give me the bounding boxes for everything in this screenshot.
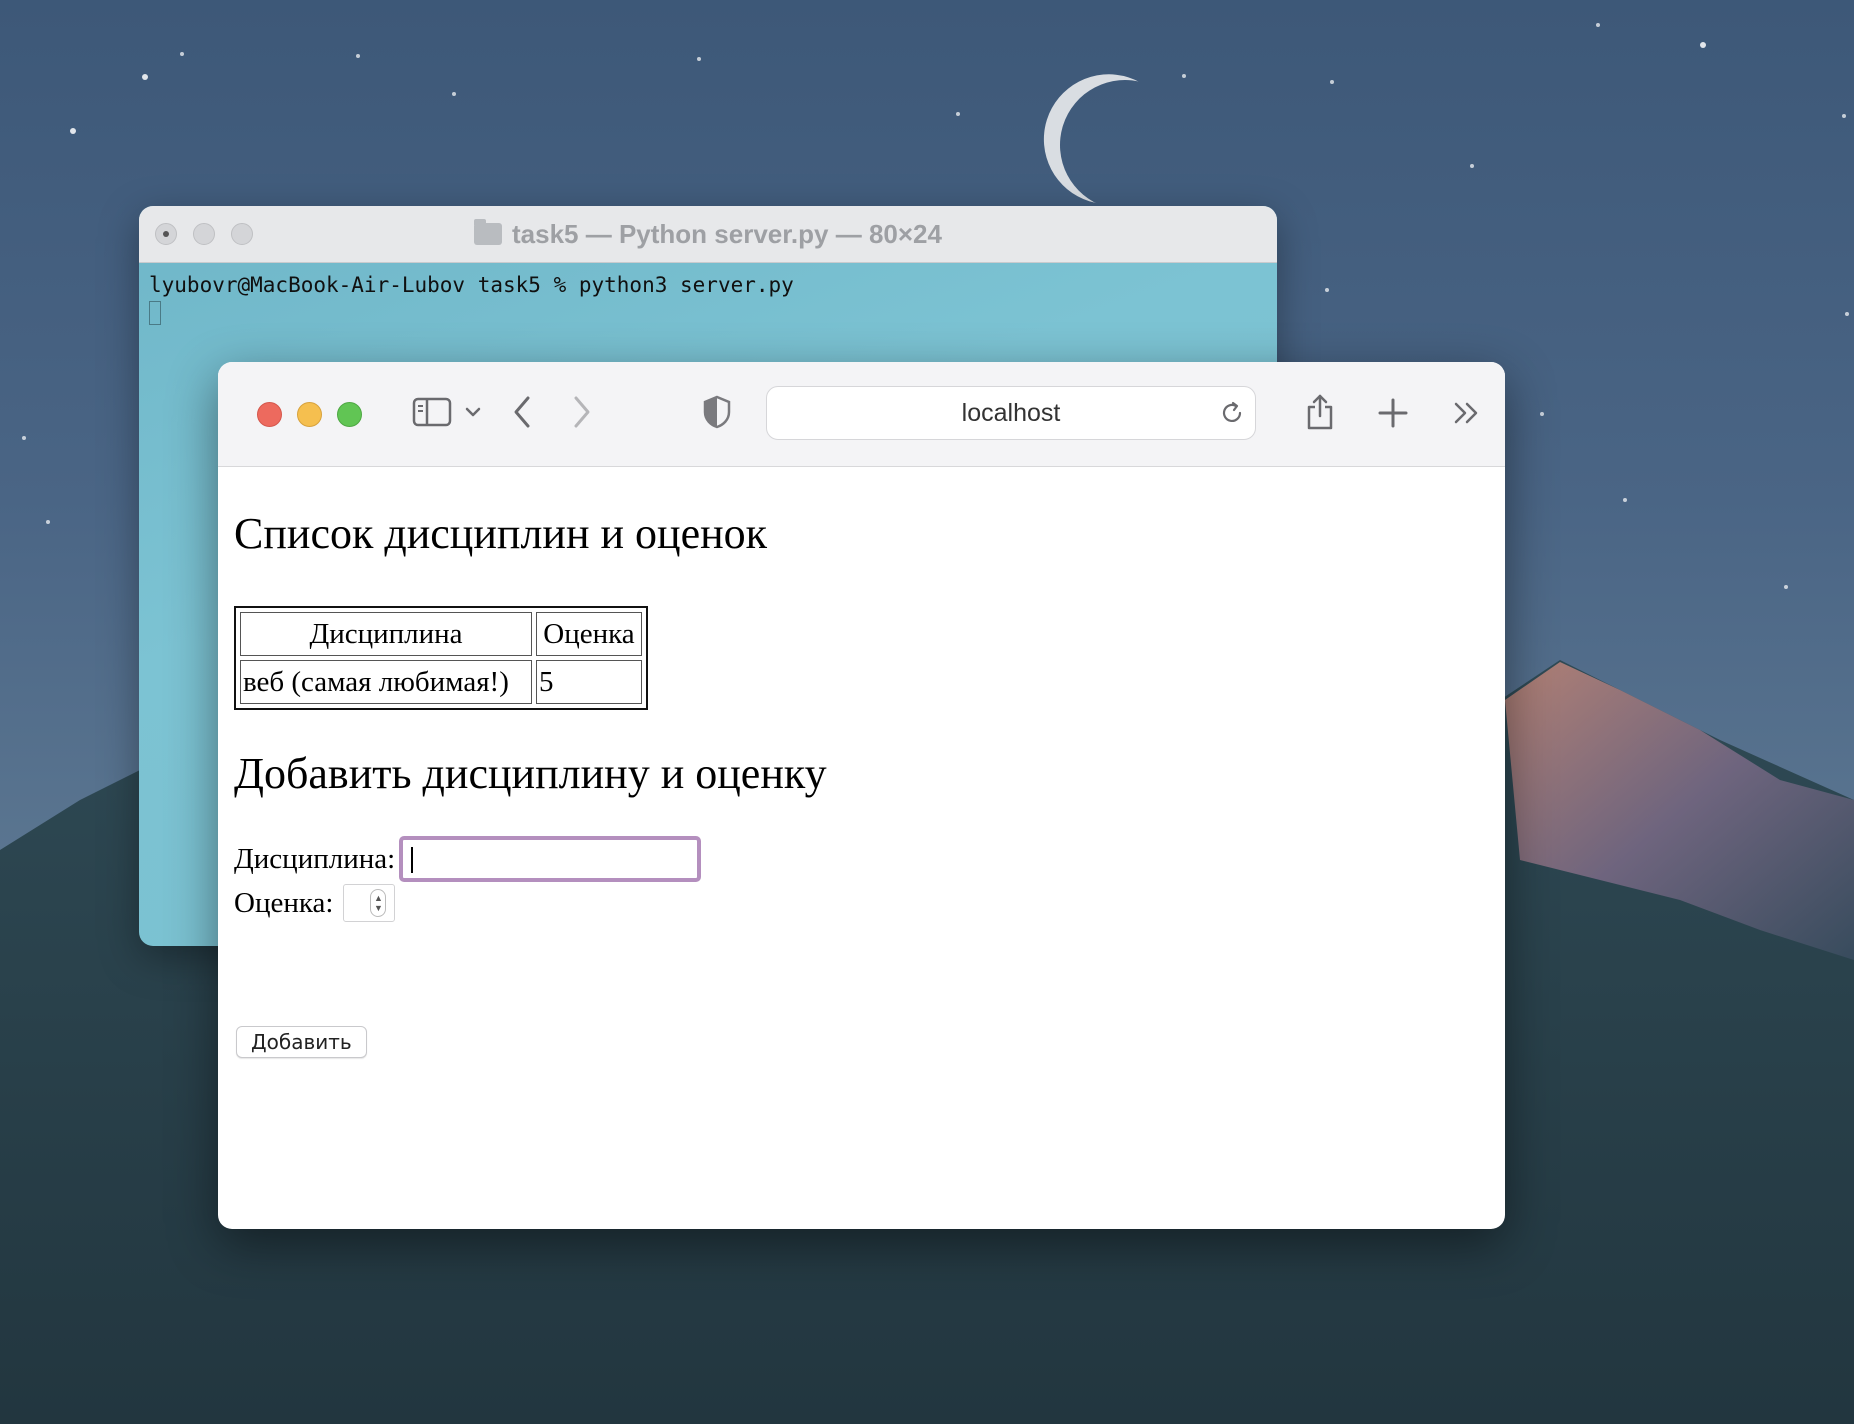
terminal-titlebar[interactable]: task5 — Python server.py — 80×24: [139, 206, 1277, 263]
terminal-cursor: [149, 301, 161, 325]
terminal-close-button[interactable]: [155, 223, 177, 245]
address-text: localhost: [961, 398, 1061, 427]
text-caret: [411, 847, 414, 873]
new-tab-icon[interactable]: [1378, 398, 1408, 428]
column-header-grade: Оценка: [536, 612, 642, 656]
chevron-down-icon[interactable]: [464, 402, 482, 422]
back-icon[interactable]: [510, 394, 534, 430]
add-button[interactable]: Добавить: [236, 1026, 367, 1058]
terminal-minimize-button[interactable]: [193, 223, 215, 245]
reload-icon[interactable]: [1219, 400, 1245, 431]
grade-label: Оценка:: [234, 886, 334, 919]
browser-toolbar: localhost: [218, 362, 1505, 467]
sidebar-toggle-icon[interactable]: [412, 396, 452, 428]
add-heading: Добавить дисциплину и оценку: [234, 749, 827, 798]
share-icon[interactable]: [1304, 392, 1336, 432]
address-bar[interactable]: localhost: [766, 386, 1256, 440]
window-zoom-button[interactable]: [337, 402, 362, 427]
stepper-arrows-icon[interactable]: ▲ ▼: [370, 889, 387, 917]
page-content: Список дисциплин и оценок Дисциплина Оце…: [234, 466, 1505, 1229]
grade-row: Оценка: ▲ ▼: [234, 884, 396, 922]
list-heading: Список дисциплин и оценок: [234, 509, 768, 558]
terminal-output[interactable]: lyubovr@MacBook-Air-Lubov task5 % python…: [139, 263, 1277, 340]
table-row: веб (самая любимая!) 5: [240, 660, 642, 704]
cell-grade: 5: [536, 660, 642, 704]
forward-icon[interactable]: [570, 394, 594, 430]
overflow-chevrons-icon[interactable]: [1452, 400, 1482, 426]
column-header-discipline: Дисциплина: [240, 612, 532, 656]
table-header-row: Дисциплина Оценка: [240, 612, 642, 656]
cell-discipline: веб (самая любимая!): [240, 660, 532, 704]
folder-icon: [474, 219, 503, 245]
discipline-label: Дисциплина:: [234, 842, 396, 875]
window-minimize-button[interactable]: [297, 402, 322, 427]
discipline-row: Дисциплина:: [234, 836, 702, 882]
browser-window[interactable]: localhost Список дисциплин и оценок Дисц…: [218, 362, 1505, 1229]
terminal-title: task5 — Python server.py — 80×24: [512, 218, 942, 249]
window-close-button[interactable]: [257, 402, 282, 427]
terminal-zoom-button[interactable]: [231, 223, 253, 245]
grade-input[interactable]: ▲ ▼: [343, 884, 396, 922]
terminal-command-line: lyubovr@MacBook-Air-Lubov task5 % python…: [149, 273, 794, 297]
grades-table: Дисциплина Оценка веб (самая любимая!) 5: [234, 606, 648, 710]
discipline-input[interactable]: [399, 836, 702, 882]
shield-icon[interactable]: [702, 394, 732, 430]
